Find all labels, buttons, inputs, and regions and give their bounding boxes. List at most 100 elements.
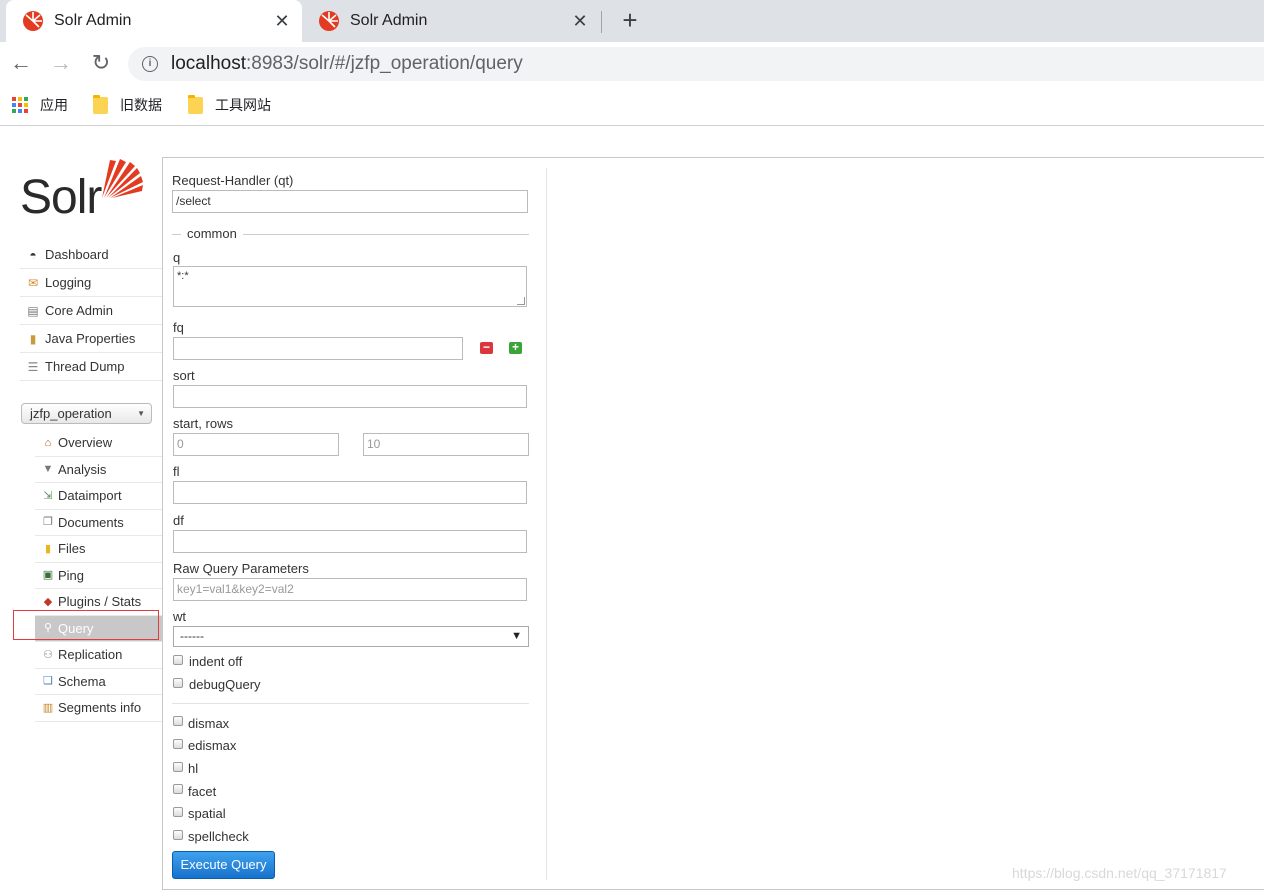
- add-fq-button[interactable]: +: [509, 341, 522, 354]
- wt-select[interactable]: ------ ▼: [173, 626, 529, 647]
- df-input[interactable]: [173, 530, 527, 553]
- q-textarea[interactable]: *:*: [173, 266, 527, 307]
- core-item-overview[interactable]: ⌂ Overview: [35, 430, 162, 457]
- dashboard-icon: ◓: [29, 247, 37, 262]
- core-selector[interactable]: jzfp_operation ▼: [21, 403, 152, 424]
- core-item-label: Overview: [58, 435, 113, 451]
- core-selector-value: jzfp_operation: [30, 406, 112, 421]
- core-item-label: Replication: [58, 647, 123, 663]
- folder-icon: [188, 94, 203, 114]
- spatial-checkbox[interactable]: [173, 807, 183, 817]
- back-arrow-icon[interactable]: ←: [8, 50, 34, 76]
- chevron-down-icon: ▼: [137, 409, 145, 418]
- bookmark-label: 应用: [40, 97, 68, 113]
- browser-tab-1[interactable]: Solr Admin ✕: [6, 0, 302, 42]
- tab-title: Solr Admin: [350, 12, 428, 29]
- close-tab-icon[interactable]: ✕: [570, 11, 590, 31]
- core-item-documents[interactable]: ❐ Documents: [35, 510, 162, 536]
- replication-icon: ⚇: [43, 648, 53, 661]
- new-tab-button[interactable]: +: [617, 7, 643, 34]
- thread-dump-icon: ☰: [27, 359, 39, 374]
- sidebar-item-label: Java Properties: [45, 331, 136, 346]
- home-icon: ⌂: [44, 436, 52, 449]
- tab-divider: [601, 11, 602, 33]
- browser-tab-2[interactable]: Solr Admin ✕: [302, 0, 600, 42]
- core-item-schema[interactable]: ❏ Schema: [35, 669, 162, 695]
- url-host: localhost: [171, 53, 246, 74]
- schema-icon: ❏: [43, 675, 53, 688]
- logo-text: Solr: [20, 171, 102, 224]
- bookmark-folder-old-data[interactable]: 旧数据: [93, 94, 162, 115]
- raw-params-label: Raw Query Parameters: [173, 561, 309, 576]
- wt-label: wt: [173, 609, 186, 624]
- sidebar-item-logging[interactable]: ✉ Logging: [20, 269, 162, 297]
- reload-icon[interactable]: ↻: [88, 50, 114, 76]
- bookmarks-bar: 应用 旧数据 工具网站: [0, 86, 1264, 126]
- core-item-plugins-stats[interactable]: ◆ Plugins / Stats: [35, 589, 162, 616]
- sidebar-item-core-admin[interactable]: ▤ Core Admin: [20, 297, 162, 325]
- chevron-down-icon: ▼: [511, 630, 522, 642]
- start-input[interactable]: 0: [173, 433, 339, 456]
- folder-icon: ▮: [44, 542, 52, 555]
- start-rows-label: start, rows: [173, 416, 233, 431]
- q-label: q: [173, 250, 181, 265]
- core-item-files[interactable]: ▮ Files: [35, 536, 162, 563]
- bookmark-apps[interactable]: 应用: [12, 95, 68, 115]
- sort-label: sort: [173, 368, 195, 383]
- url-text[interactable]: localhost:8983/solr/#/jzfp_operation/que…: [171, 53, 523, 75]
- logging-icon: ✉: [27, 275, 39, 290]
- dismax-checkbox[interactable]: [173, 716, 183, 726]
- folder-icon: [93, 94, 108, 114]
- ping-icon: ▣: [42, 569, 54, 582]
- core-item-analysis[interactable]: ▼ Analysis: [35, 457, 162, 483]
- core-item-label: Query: [58, 620, 94, 636]
- sidebar-nav: ◓ Dashboard ✉ Logging ▤ Core Admin ▮ Jav…: [20, 241, 162, 381]
- execute-query-button[interactable]: Execute Query: [172, 851, 275, 879]
- core-item-label: Documents: [58, 514, 124, 530]
- dataimport-icon: ⇲: [43, 489, 53, 502]
- watermark-text: https://blog.csdn.net/qq_37171817: [1012, 865, 1227, 881]
- indent-label: indent off: [189, 654, 243, 669]
- tab-strip: Solr Admin ✕ Solr Admin ✕ +: [0, 0, 1264, 42]
- spellcheck-label: spellcheck: [188, 829, 249, 844]
- sidebar-item-thread-dump[interactable]: ☰ Thread Dump: [20, 353, 162, 381]
- fq-input[interactable]: [173, 337, 463, 360]
- core-item-dataimport[interactable]: ⇲ Dataimport: [35, 483, 162, 510]
- bookmark-label: 工具网站: [215, 97, 271, 113]
- browser-toolbar: ← → ↻ i localhost:8983/solr/#/jzfp_opera…: [0, 42, 1264, 86]
- fq-label: fq: [173, 320, 184, 335]
- solr-sunburst-icon: [102, 159, 143, 198]
- sidebar-item-java-properties[interactable]: ▮ Java Properties: [20, 325, 162, 353]
- address-bar[interactable]: i localhost:8983/solr/#/jzfp_operation/q…: [128, 47, 1264, 81]
- close-tab-icon[interactable]: ✕: [272, 11, 292, 31]
- sort-input[interactable]: [173, 385, 527, 408]
- resize-handle-icon[interactable]: [517, 297, 525, 305]
- core-item-segments-info[interactable]: ▥ Segments info: [35, 695, 162, 722]
- indent-checkbox[interactable]: [173, 655, 183, 665]
- sidebar-item-dashboard[interactable]: ◓ Dashboard: [20, 241, 162, 269]
- fl-input[interactable]: [173, 481, 527, 504]
- raw-params-input[interactable]: key1=val1&key2=val2: [173, 578, 527, 601]
- bookmark-folder-tools[interactable]: 工具网站: [188, 94, 271, 115]
- rows-input[interactable]: 10: [363, 433, 529, 456]
- info-icon[interactable]: i: [142, 56, 158, 72]
- request-handler-input[interactable]: /select: [172, 190, 528, 213]
- magnifier-icon: ⚲: [43, 622, 53, 635]
- debugquery-label: debugQuery: [189, 677, 261, 692]
- spellcheck-checkbox[interactable]: [173, 830, 183, 840]
- facet-checkbox[interactable]: [173, 784, 183, 794]
- core-item-label: Ping: [58, 567, 85, 583]
- debugquery-checkbox[interactable]: [173, 678, 183, 688]
- hl-checkbox[interactable]: [173, 762, 183, 772]
- common-legend: common: [181, 226, 243, 241]
- edismax-checkbox[interactable]: [173, 739, 183, 749]
- forward-arrow-icon[interactable]: →: [48, 50, 74, 76]
- core-item-query[interactable]: ⚲ Query: [35, 615, 162, 642]
- remove-fq-button[interactable]: −: [480, 341, 493, 354]
- url-path: :8983/solr/#/jzfp_operation/query: [246, 53, 523, 74]
- dismax-label: dismax: [188, 716, 230, 731]
- core-item-ping[interactable]: ▣ Ping: [35, 563, 162, 589]
- solr-logo[interactable]: Solr: [20, 156, 144, 224]
- core-item-replication[interactable]: ⚇ Replication: [35, 642, 162, 669]
- java-icon: ▮: [29, 331, 37, 346]
